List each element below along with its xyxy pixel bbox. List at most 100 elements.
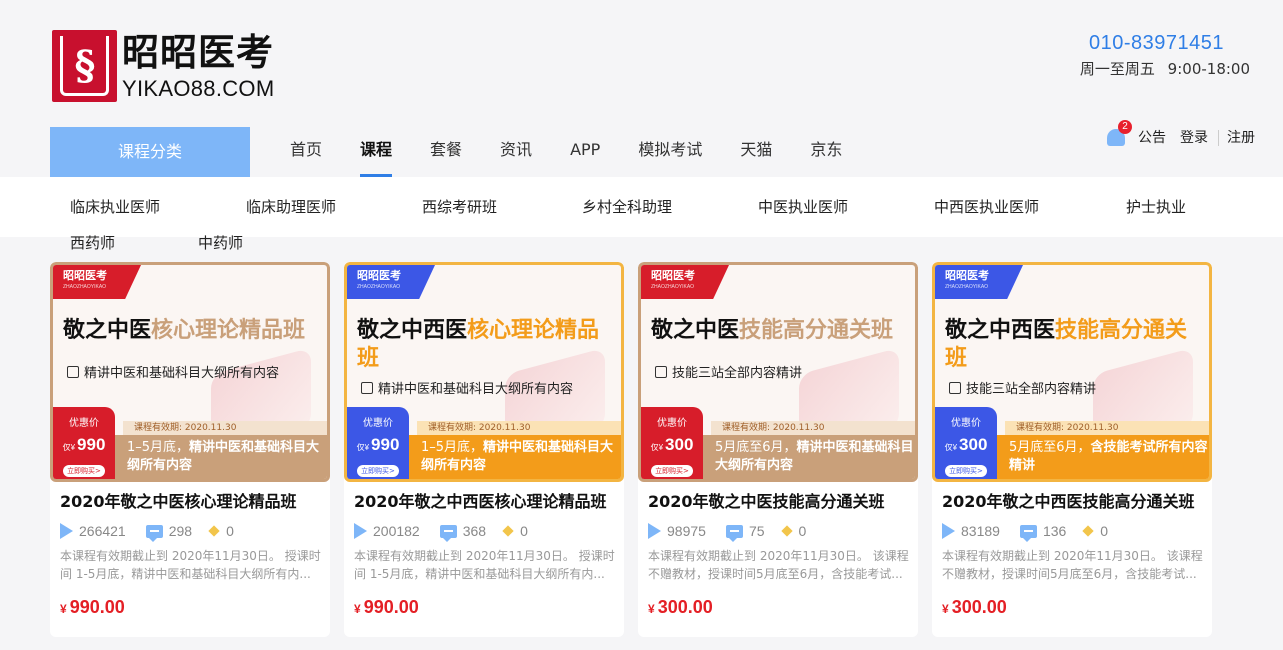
- course-title[interactable]: 2020年敬之中医技能高分通关班: [648, 491, 885, 513]
- checkbox-icon: [655, 366, 667, 378]
- banner-buy-button[interactable]: 立即购买>: [651, 465, 693, 477]
- nav-item-tmall[interactable]: 天猫: [720, 127, 792, 177]
- banner-title: 敬之中医技能高分通关班: [651, 317, 911, 345]
- banner-strip: 5月底至6月，精讲中医和基础科目大纲所有内容: [701, 435, 915, 479]
- notification-bell-icon[interactable]: 2: [1106, 120, 1132, 150]
- banner-price: 仅¥ 300: [935, 435, 997, 458]
- course-card[interactable]: 昭昭医考 ZHAOZHAOYIKAO 敬之中医核心理论精品班 精讲中医和基础科目…: [50, 262, 330, 637]
- banner-price-box: 优惠价 仅¥ 990 立即购买>: [347, 407, 409, 479]
- subcategory-item[interactable]: 西综考研班: [422, 197, 497, 217]
- subcategory-item[interactable]: 临床执业医师: [70, 197, 160, 217]
- course-price: ¥990.00: [60, 596, 125, 620]
- banner-price-prefix: 仅¥: [356, 443, 370, 452]
- course-banner-image[interactable]: 昭昭医考 ZHAOZHAOYIKAO 敬之中医核心理论精品班 精讲中医和基础科目…: [50, 262, 330, 482]
- course-title[interactable]: 2020年敬之中西医核心理论精品班: [354, 491, 607, 513]
- banner-bullet: 技能三站全部内容精讲: [655, 365, 802, 383]
- course-card[interactable]: 昭昭医考 ZHAOZHAOYIKAO 敬之中西医核心理论精品班 精讲中医和基础科…: [344, 262, 624, 637]
- course-card[interactable]: 昭昭医考 ZHAOZHAOYIKAO 敬之中西医技能高分通关班 技能三站全部内容…: [932, 262, 1212, 637]
- comment-icon: [145, 524, 163, 542]
- course-stats: 98975 75 0: [648, 521, 806, 542]
- nav-item-news[interactable]: 资讯: [480, 127, 552, 177]
- banner-price-box: 优惠价 仅¥ 990 立即购买>: [53, 407, 115, 479]
- banner-validity: 课程有效期: 2020.11.30: [711, 421, 915, 435]
- course-description: 本课程有效期截止到 2020年11月30日。 授课时间 1-5月底，精讲中医和基…: [60, 549, 321, 581]
- checkbox-icon: [361, 382, 373, 394]
- nav-item-home[interactable]: 首页: [270, 127, 342, 177]
- play-count-icon: [60, 523, 73, 539]
- course-title[interactable]: 2020年敬之中医核心理论精品班: [60, 491, 297, 513]
- banner-title-highlight: 技能高分通关班: [739, 318, 894, 343]
- price-value: 990.00: [363, 597, 419, 617]
- nav-item-jd[interactable]: 京东: [790, 127, 862, 177]
- comment-count: 368: [462, 523, 487, 539]
- banner-bullet-text: 技能三站全部内容精讲: [966, 382, 1097, 397]
- banner-price-prefix: 仅¥: [650, 443, 664, 452]
- comment-count: 298: [168, 523, 193, 539]
- course-stats: 200182 368 0: [354, 521, 528, 542]
- banner-buy-button[interactable]: 立即购买>: [945, 465, 987, 477]
- course-description: 本课程有效期截止到 2020年11月30日。 该课程不赠教材，授课时间5月底至6…: [942, 549, 1203, 581]
- banner-strip: 1–5月底，精讲中医和基础科目大纲所有内容: [407, 435, 621, 479]
- subcategory-item[interactable]: 临床助理医师: [246, 197, 336, 217]
- banner-buy-button[interactable]: 立即购买>: [357, 465, 399, 477]
- like-count: 0: [1100, 523, 1109, 539]
- course-description: 本课程有效期截止到 2020年11月30日。 该课程不赠教材，授课时间5月底至6…: [648, 549, 909, 581]
- banner-bullet: 精讲中医和基础科目大纲所有内容: [361, 381, 573, 399]
- diamond-icon: [1082, 525, 1094, 537]
- banner-brand: 昭昭医考: [357, 269, 401, 282]
- nav-item-app[interactable]: APP: [550, 127, 620, 177]
- course-banner-image[interactable]: 昭昭医考 ZHAOZHAOYIKAO 敬之中医技能高分通关班 技能三站全部内容精…: [638, 262, 918, 482]
- banner-price-value: 990: [77, 435, 106, 454]
- currency-symbol: ¥: [648, 602, 655, 616]
- course-title[interactable]: 2020年敬之中西医技能高分通关班: [942, 491, 1195, 513]
- comment-icon: [725, 524, 743, 542]
- subcategory-item[interactable]: 护士执业: [1126, 197, 1186, 217]
- price-value: 300.00: [951, 597, 1007, 617]
- course-price: ¥300.00: [648, 596, 713, 620]
- subcategory-item[interactable]: 乡村全科助理: [582, 197, 672, 217]
- banner-price-box: 优惠价 仅¥ 300 立即购买>: [641, 407, 703, 479]
- banner-price-box: 优惠价 仅¥ 300 立即购买>: [935, 407, 997, 479]
- currency-symbol: ¥: [942, 602, 949, 616]
- login-link[interactable]: 登录: [1172, 128, 1214, 148]
- banner-brand: 昭昭医考: [945, 269, 989, 282]
- banner-brand: 昭昭医考: [651, 269, 695, 282]
- price-value: 300.00: [657, 597, 713, 617]
- subcategory-item[interactable]: 西药师: [70, 233, 115, 253]
- currency-symbol: ¥: [60, 602, 67, 616]
- register-link[interactable]: 注册: [1227, 128, 1261, 148]
- nav-item-courses[interactable]: 课程: [340, 127, 412, 177]
- banner-price-prefix: 仅¥: [62, 443, 76, 452]
- subcategory-item[interactable]: 中西医执业医师: [934, 197, 1039, 217]
- course-card[interactable]: 昭昭医考 ZHAOZHAOYIKAO 敬之中医技能高分通关班 技能三站全部内容精…: [638, 262, 918, 637]
- banner-buy-button[interactable]: 立即购买>: [63, 465, 105, 477]
- comment-icon: [439, 524, 457, 542]
- course-category-button[interactable]: 课程分类: [50, 127, 250, 177]
- nav-item-packages[interactable]: 套餐: [410, 127, 482, 177]
- subcategory-item[interactable]: 中医执业医师: [758, 197, 848, 217]
- course-banner-image[interactable]: 昭昭医考 ZHAOZHAOYIKAO 敬之中西医技能高分通关班 技能三站全部内容…: [932, 262, 1212, 482]
- banner-price-label: 优惠价: [951, 418, 981, 429]
- banner-title-black: 敬之中医: [651, 318, 740, 343]
- banner-brand-en: ZHAOZHAOYIKAO: [357, 284, 401, 290]
- course-description: 本课程有效期截止到 2020年11月30日。 授课时间 1-5月底，精讲中医和基…: [354, 549, 615, 581]
- nav-item-mock-exam[interactable]: 模拟考试: [618, 127, 722, 177]
- banner-strip: 5月底至6月，含技能考试所有内容精讲: [995, 435, 1209, 479]
- play-count-icon: [354, 523, 367, 539]
- play-count: 200182: [373, 523, 420, 539]
- like-count: 0: [520, 523, 528, 539]
- banner-title-highlight: 核心理论精品班: [151, 318, 306, 343]
- banner-price-value: 990: [371, 435, 400, 454]
- notice-link[interactable]: 公告: [1138, 128, 1172, 148]
- service-hours: 周一至周五 9:00-18:00: [1079, 60, 1250, 78]
- banner-strip-prefix: 5月底至6月，: [715, 440, 797, 455]
- checkbox-icon: [949, 382, 961, 394]
- banner-validity: 课程有效期: 2020.11.30: [123, 421, 327, 435]
- subcategory-item[interactable]: 中药师: [198, 233, 243, 253]
- banner-strip: 1–5月底，精讲中医和基础科目大纲所有内容: [113, 435, 327, 479]
- banner-validity: 课程有效期: 2020.11.30: [1005, 421, 1209, 435]
- site-logo[interactable]: § 昭昭医考 YIKAO88.COM: [52, 29, 282, 103]
- divider: [1218, 130, 1219, 146]
- comment-count: 75: [748, 523, 765, 539]
- course-banner-image[interactable]: 昭昭医考 ZHAOZHAOYIKAO 敬之中西医核心理论精品班 精讲中医和基础科…: [344, 262, 624, 482]
